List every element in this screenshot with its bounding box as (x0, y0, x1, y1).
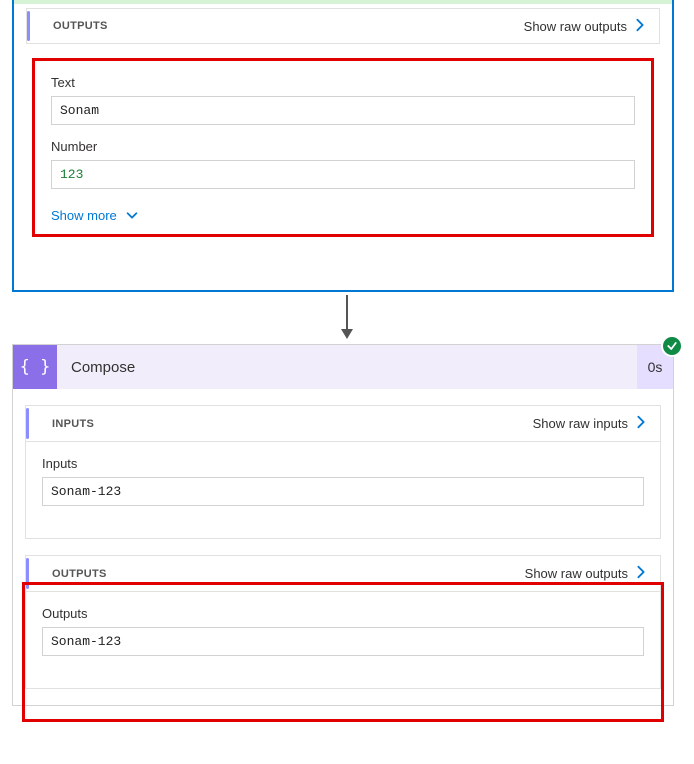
chevron-right-icon (634, 415, 648, 432)
show-raw-outputs-text: Show raw outputs (525, 566, 628, 581)
inputs-label: Inputs (42, 456, 644, 471)
compose-icon: { } (13, 345, 57, 389)
show-raw-inputs-link[interactable]: Show raw inputs (533, 415, 648, 432)
number-field-value: 123 (51, 160, 635, 189)
outputs-section-header: OUTPUTS Show raw outputs (26, 8, 660, 44)
show-raw-inputs-text: Show raw inputs (533, 416, 628, 431)
show-raw-outputs-text: Show raw outputs (524, 19, 627, 34)
show-more-text: Show more (51, 208, 117, 223)
outputs-label: Outputs (42, 606, 644, 621)
flow-arrow (337, 295, 357, 339)
arrow-head-icon (341, 329, 353, 339)
text-field-label: Text (51, 75, 635, 90)
inputs-section-header: INPUTS Show raw inputs (26, 406, 660, 442)
outputs-header-title: OUTPUTS (53, 20, 108, 32)
outputs-body: Outputs Sonam-123 (26, 592, 660, 688)
inputs-value: Sonam-123 (42, 477, 644, 506)
accent-bar (27, 11, 30, 41)
arrow-shaft (346, 295, 348, 329)
compose-header[interactable]: { } Compose 0s (13, 345, 673, 389)
success-badge-icon (661, 335, 683, 357)
chevron-right-icon (633, 18, 647, 35)
chevron-right-icon (634, 565, 648, 582)
inputs-header-title: INPUTS (52, 418, 94, 430)
compose-action-card: { } Compose 0s INPUTS Show raw inputs In… (12, 344, 674, 706)
previous-action-card: OUTPUTS Show raw outputs Text Sonam Numb… (12, 0, 674, 292)
outputs-body: Text Sonam Number 123 Show more (14, 44, 672, 251)
top-strip (14, 0, 672, 4)
chevron-down-icon (125, 208, 139, 225)
outputs-value: Sonam-123 (42, 627, 644, 656)
inputs-body: Inputs Sonam-123 (26, 442, 660, 538)
number-field-label: Number (51, 139, 635, 154)
compose-title: Compose (57, 359, 637, 376)
outputs-header-title: OUTPUTS (52, 568, 107, 580)
accent-bar (26, 408, 29, 439)
show-raw-outputs-link[interactable]: Show raw outputs (525, 565, 648, 582)
text-field-value: Sonam (51, 96, 635, 125)
outputs-panel: OUTPUTS Show raw outputs Outputs Sonam-1… (25, 555, 661, 689)
show-raw-outputs-link[interactable]: Show raw outputs (524, 18, 647, 35)
show-more-link[interactable]: Show more (51, 207, 139, 224)
inputs-panel: INPUTS Show raw inputs Inputs Sonam-123 (25, 405, 661, 539)
outputs-section-header: OUTPUTS Show raw outputs (26, 556, 660, 592)
highlight-box-top: Text Sonam Number 123 Show more (32, 58, 654, 237)
accent-bar (26, 558, 29, 589)
